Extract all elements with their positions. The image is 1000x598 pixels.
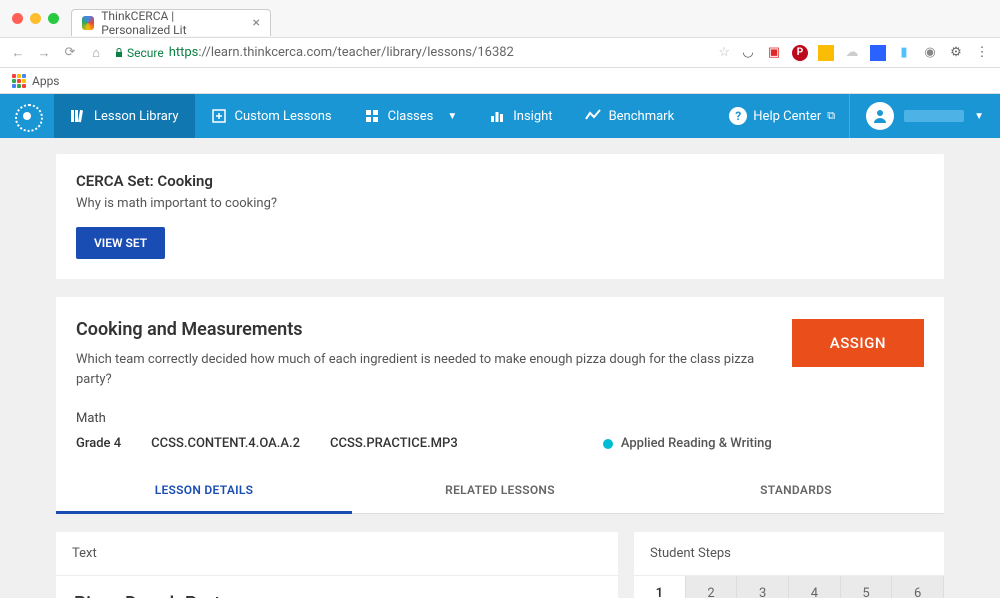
home-button[interactable]: ⌂ xyxy=(88,45,104,61)
ext-icon-cloud[interactable]: ☁ xyxy=(844,45,860,61)
chevron-down-icon: ▼ xyxy=(447,111,457,122)
pocket-icon[interactable]: ◡ xyxy=(740,45,756,61)
step-tab-5[interactable]: 5 xyxy=(841,576,893,598)
step-tab-1[interactable]: 1 xyxy=(634,576,686,598)
nav-label: Insight xyxy=(513,109,552,124)
help-center-link[interactable]: ? Help Center ⧉ xyxy=(715,107,849,125)
apps-icon[interactable] xyxy=(12,74,26,88)
lock-icon xyxy=(114,48,124,58)
browser-toolbar: ← → ⟳ ⌂ Secure https://learn.thinkcerca.… xyxy=(0,38,1000,68)
window-controls xyxy=(0,13,71,24)
url-text: https://learn.thinkcerca.com/teacher/lib… xyxy=(169,45,514,60)
lesson-standard: CCSS.PRACTICE.MP3 xyxy=(330,436,458,451)
custom-icon xyxy=(211,108,227,124)
help-icon: ? xyxy=(729,107,747,125)
view-set-button[interactable]: VIEW SET xyxy=(76,227,165,259)
tab-title: ThinkCERCA | Personalized Lit xyxy=(101,9,242,37)
tag-dot-icon xyxy=(603,439,613,449)
insight-icon xyxy=(489,108,505,124)
app-navbar: Lesson Library Custom Lessons Classes ▼ … xyxy=(0,94,1000,138)
forward-button[interactable]: → xyxy=(36,45,52,61)
nav-classes[interactable]: Classes ▼ xyxy=(348,94,474,138)
user-name xyxy=(904,110,964,122)
logo[interactable] xyxy=(0,94,54,138)
text-panel: Text Pizza Dough Party By Ashley Kersey … xyxy=(56,532,618,598)
minimize-window-button[interactable] xyxy=(30,13,41,24)
nav-custom-lessons[interactable]: Custom Lessons xyxy=(195,94,348,138)
ext-icon-blue[interactable] xyxy=(870,45,886,61)
nav-lesson-library[interactable]: Lesson Library xyxy=(54,94,195,138)
lesson-standard: CCSS.CONTENT.4.OA.A.2 xyxy=(151,436,300,451)
secure-label: Secure xyxy=(127,46,164,60)
page-content: CERCA Set: Cooking Why is math important… xyxy=(0,138,1000,598)
lesson-tabs: LESSON DETAILS RELATED LESSONS STANDARDS xyxy=(56,469,944,514)
steps-panel-header: Student Steps xyxy=(634,532,944,576)
close-tab-button[interactable]: × xyxy=(253,15,260,31)
text-panel-header: Text xyxy=(56,532,618,576)
chevron-down-icon: ▼ xyxy=(974,111,984,122)
assign-button[interactable]: ASSIGN xyxy=(792,319,924,367)
lesson-details-panels: Text Pizza Dough Party By Ashley Kersey … xyxy=(56,532,944,598)
step-tab-3[interactable]: 3 xyxy=(737,576,789,598)
back-button[interactable]: ← xyxy=(10,45,26,61)
lesson-title: Cooking and Measurements xyxy=(76,319,772,340)
user-menu[interactable]: ▼ xyxy=(849,94,1000,138)
maximize-window-button[interactable] xyxy=(48,13,59,24)
cerca-set-card: CERCA Set: Cooking Why is math important… xyxy=(56,154,944,279)
student-steps-panel: Student Steps 1 2 3 4 5 6 Connect Short … xyxy=(634,532,944,598)
lesson-question: Which team correctly decided how much of… xyxy=(76,350,772,389)
address-bar[interactable]: Secure https://learn.thinkcerca.com/teac… xyxy=(114,45,708,60)
secure-indicator: Secure xyxy=(114,46,164,60)
nav-insight[interactable]: Insight xyxy=(473,94,568,138)
nav-label: Lesson Library xyxy=(94,109,179,124)
avatar xyxy=(866,102,894,130)
close-window-button[interactable] xyxy=(12,13,23,24)
text-title: Pizza Dough Party xyxy=(74,592,600,598)
step-tab-2[interactable]: 2 xyxy=(686,576,738,598)
pinterest-icon[interactable]: P xyxy=(792,45,808,61)
star-icon[interactable]: ☆ xyxy=(718,45,730,60)
ext-icon-camera2[interactable]: ◉ xyxy=(922,45,938,61)
settings-icon[interactable]: ⚙ xyxy=(948,45,964,61)
lesson-card: Cooking and Measurements Which team corr… xyxy=(56,297,944,514)
library-icon xyxy=(70,108,86,124)
tab-standards[interactable]: STANDARDS xyxy=(648,469,944,513)
nav-benchmark[interactable]: Benchmark xyxy=(569,94,691,138)
classes-icon xyxy=(364,108,380,124)
favicon xyxy=(82,16,94,30)
step-tab-6[interactable]: 6 xyxy=(892,576,944,598)
step-tabs: 1 2 3 4 5 6 xyxy=(634,576,944,598)
browser-tab-strip: ThinkCERCA | Personalized Lit × xyxy=(0,0,1000,38)
benchmark-icon xyxy=(585,108,601,124)
step-tab-4[interactable]: 4 xyxy=(789,576,841,598)
external-link-icon: ⧉ xyxy=(827,109,835,123)
nav-label: Classes xyxy=(388,109,434,124)
cerca-set-question: Why is math important to cooking? xyxy=(76,196,924,211)
lesson-grade: Grade 4 xyxy=(76,436,121,451)
menu-icon[interactable]: ⋮ xyxy=(974,45,990,61)
browser-tab[interactable]: ThinkCERCA | Personalized Lit × xyxy=(71,9,271,36)
reload-button[interactable]: ⟳ xyxy=(62,45,78,60)
bookmarks-bar: Apps xyxy=(0,68,1000,94)
flipboard-icon[interactable]: ▣ xyxy=(766,45,782,61)
help-label: Help Center xyxy=(753,109,821,124)
ext-icon-yellow[interactable] xyxy=(818,45,834,61)
lesson-tag: Applied Reading & Writing xyxy=(603,436,772,451)
apps-label[interactable]: Apps xyxy=(32,74,60,88)
tag-label: Applied Reading & Writing xyxy=(621,436,772,451)
nav-label: Benchmark xyxy=(609,109,675,124)
tab-lesson-details[interactable]: LESSON DETAILS xyxy=(56,469,352,514)
ext-icon-camera[interactable]: ▮ xyxy=(896,45,912,61)
extension-icons: ◡ ▣ P ☁ ▮ ◉ ⚙ ⋮ xyxy=(740,45,990,61)
cerca-set-title: CERCA Set: Cooking xyxy=(76,172,924,190)
nav-label: Custom Lessons xyxy=(235,109,332,124)
lesson-subject: Math xyxy=(76,411,772,426)
tab-related-lessons[interactable]: RELATED LESSONS xyxy=(352,469,648,513)
